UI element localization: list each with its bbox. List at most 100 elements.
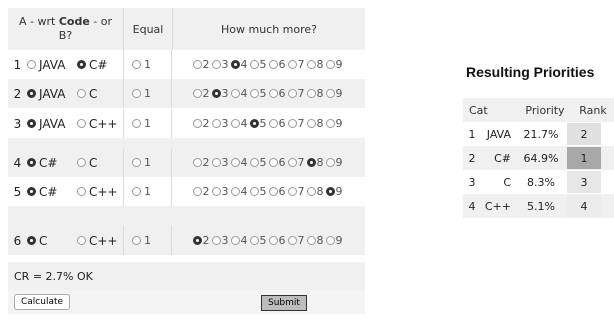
intensity-option-3[interactable]: 3 xyxy=(211,156,230,169)
option-a[interactable]: JAVA xyxy=(27,109,77,138)
radio-a[interactable] xyxy=(27,187,36,196)
radio-intensity[interactable] xyxy=(268,236,278,245)
intensity-option-2[interactable]: 2 xyxy=(192,117,211,130)
radio-b[interactable] xyxy=(77,187,86,196)
intensity-option-4[interactable]: 4 xyxy=(230,185,249,198)
radio-intensity[interactable] xyxy=(192,187,202,196)
radio-intensity[interactable] xyxy=(287,89,297,98)
intensity-option-9[interactable]: 9 xyxy=(325,156,344,169)
radio-b[interactable] xyxy=(77,158,86,167)
radio-intensity[interactable] xyxy=(325,119,335,128)
equal-option[interactable]: 1 xyxy=(123,177,171,206)
radio-intensity[interactable] xyxy=(325,236,335,245)
intensity-option-7[interactable]: 7 xyxy=(287,58,306,71)
calculate-button[interactable]: Calculate xyxy=(14,294,71,310)
equal-option[interactable]: 1 xyxy=(123,109,171,138)
radio-intensity[interactable] xyxy=(230,187,240,196)
radio-equal[interactable] xyxy=(132,60,141,69)
radio-intensity[interactable] xyxy=(287,187,297,196)
option-b[interactable]: C++ xyxy=(77,226,123,255)
radio-intensity[interactable] xyxy=(268,60,278,69)
radio-a[interactable] xyxy=(27,158,36,167)
option-a[interactable]: JAVA xyxy=(27,50,77,79)
radio-intensity[interactable] xyxy=(249,119,259,128)
option-b[interactable]: C# xyxy=(77,50,123,79)
radio-intensity[interactable] xyxy=(192,119,202,128)
radio-intensity[interactable] xyxy=(230,158,240,167)
radio-intensity[interactable] xyxy=(268,158,278,167)
radio-intensity[interactable] xyxy=(268,89,278,98)
intensity-option-2[interactable]: 2 xyxy=(192,156,211,169)
radio-intensity[interactable] xyxy=(192,60,202,69)
intensity-option-8[interactable]: 8 xyxy=(306,117,325,130)
radio-intensity[interactable] xyxy=(325,89,335,98)
radio-intensity[interactable] xyxy=(249,89,259,98)
radio-intensity[interactable] xyxy=(211,89,221,98)
intensity-option-8[interactable]: 8 xyxy=(306,156,325,169)
radio-a[interactable] xyxy=(27,89,36,98)
intensity-option-9[interactable]: 9 xyxy=(325,117,344,130)
intensity-option-3[interactable]: 3 xyxy=(211,58,230,71)
radio-equal[interactable] xyxy=(132,89,141,98)
intensity-option-5[interactable]: 5 xyxy=(249,234,268,247)
intensity-option-2[interactable]: 2 xyxy=(192,185,211,198)
intensity-option-3[interactable]: 3 xyxy=(211,185,230,198)
radio-a[interactable] xyxy=(27,60,36,69)
intensity-option-3[interactable]: 3 xyxy=(211,234,230,247)
intensity-option-5[interactable]: 5 xyxy=(249,87,268,100)
submit-button[interactable]: Submit xyxy=(261,295,307,311)
option-a[interactable]: C xyxy=(27,226,77,255)
intensity-option-2[interactable]: 2 xyxy=(192,234,211,247)
intensity-option-7[interactable]: 7 xyxy=(287,87,306,100)
radio-intensity[interactable] xyxy=(192,236,202,245)
radio-intensity[interactable] xyxy=(230,119,240,128)
radio-intensity[interactable] xyxy=(325,187,335,196)
radio-intensity[interactable] xyxy=(306,158,316,167)
equal-option[interactable]: 1 xyxy=(123,50,171,79)
intensity-option-7[interactable]: 7 xyxy=(287,185,306,198)
radio-intensity[interactable] xyxy=(230,60,240,69)
radio-intensity[interactable] xyxy=(249,187,259,196)
radio-intensity[interactable] xyxy=(306,60,316,69)
option-b[interactable]: C++ xyxy=(77,177,123,206)
radio-equal[interactable] xyxy=(132,236,141,245)
radio-a[interactable] xyxy=(27,119,36,128)
radio-intensity[interactable] xyxy=(306,187,316,196)
radio-intensity[interactable] xyxy=(268,119,278,128)
radio-intensity[interactable] xyxy=(287,60,297,69)
intensity-option-4[interactable]: 4 xyxy=(230,234,249,247)
option-a[interactable]: C# xyxy=(27,177,77,206)
radio-intensity[interactable] xyxy=(211,158,221,167)
intensity-option-4[interactable]: 4 xyxy=(230,117,249,130)
intensity-option-4[interactable]: 4 xyxy=(230,87,249,100)
equal-option[interactable]: 1 xyxy=(123,79,171,108)
intensity-option-8[interactable]: 8 xyxy=(306,234,325,247)
radio-intensity[interactable] xyxy=(192,89,202,98)
intensity-option-7[interactable]: 7 xyxy=(287,234,306,247)
intensity-option-8[interactable]: 8 xyxy=(306,185,325,198)
option-b[interactable]: C xyxy=(77,148,123,177)
radio-b[interactable] xyxy=(77,236,86,245)
radio-intensity[interactable] xyxy=(287,158,297,167)
intensity-option-6[interactable]: 6 xyxy=(268,234,287,247)
intensity-option-9[interactable]: 9 xyxy=(325,234,344,247)
radio-intensity[interactable] xyxy=(230,89,240,98)
radio-equal[interactable] xyxy=(132,158,141,167)
intensity-option-3[interactable]: 3 xyxy=(211,117,230,130)
radio-intensity[interactable] xyxy=(287,119,297,128)
radio-a[interactable] xyxy=(27,236,36,245)
intensity-option-5[interactable]: 5 xyxy=(249,58,268,71)
radio-intensity[interactable] xyxy=(230,236,240,245)
intensity-option-8[interactable]: 8 xyxy=(306,58,325,71)
intensity-option-4[interactable]: 4 xyxy=(230,156,249,169)
radio-b[interactable] xyxy=(77,60,86,69)
intensity-option-7[interactable]: 7 xyxy=(287,156,306,169)
radio-intensity[interactable] xyxy=(192,158,202,167)
radio-intensity[interactable] xyxy=(306,119,316,128)
radio-b[interactable] xyxy=(77,119,86,128)
intensity-option-5[interactable]: 5 xyxy=(249,185,268,198)
intensity-option-6[interactable]: 6 xyxy=(268,58,287,71)
intensity-option-5[interactable]: 5 xyxy=(249,156,268,169)
intensity-option-6[interactable]: 6 xyxy=(268,117,287,130)
radio-intensity[interactable] xyxy=(287,236,297,245)
